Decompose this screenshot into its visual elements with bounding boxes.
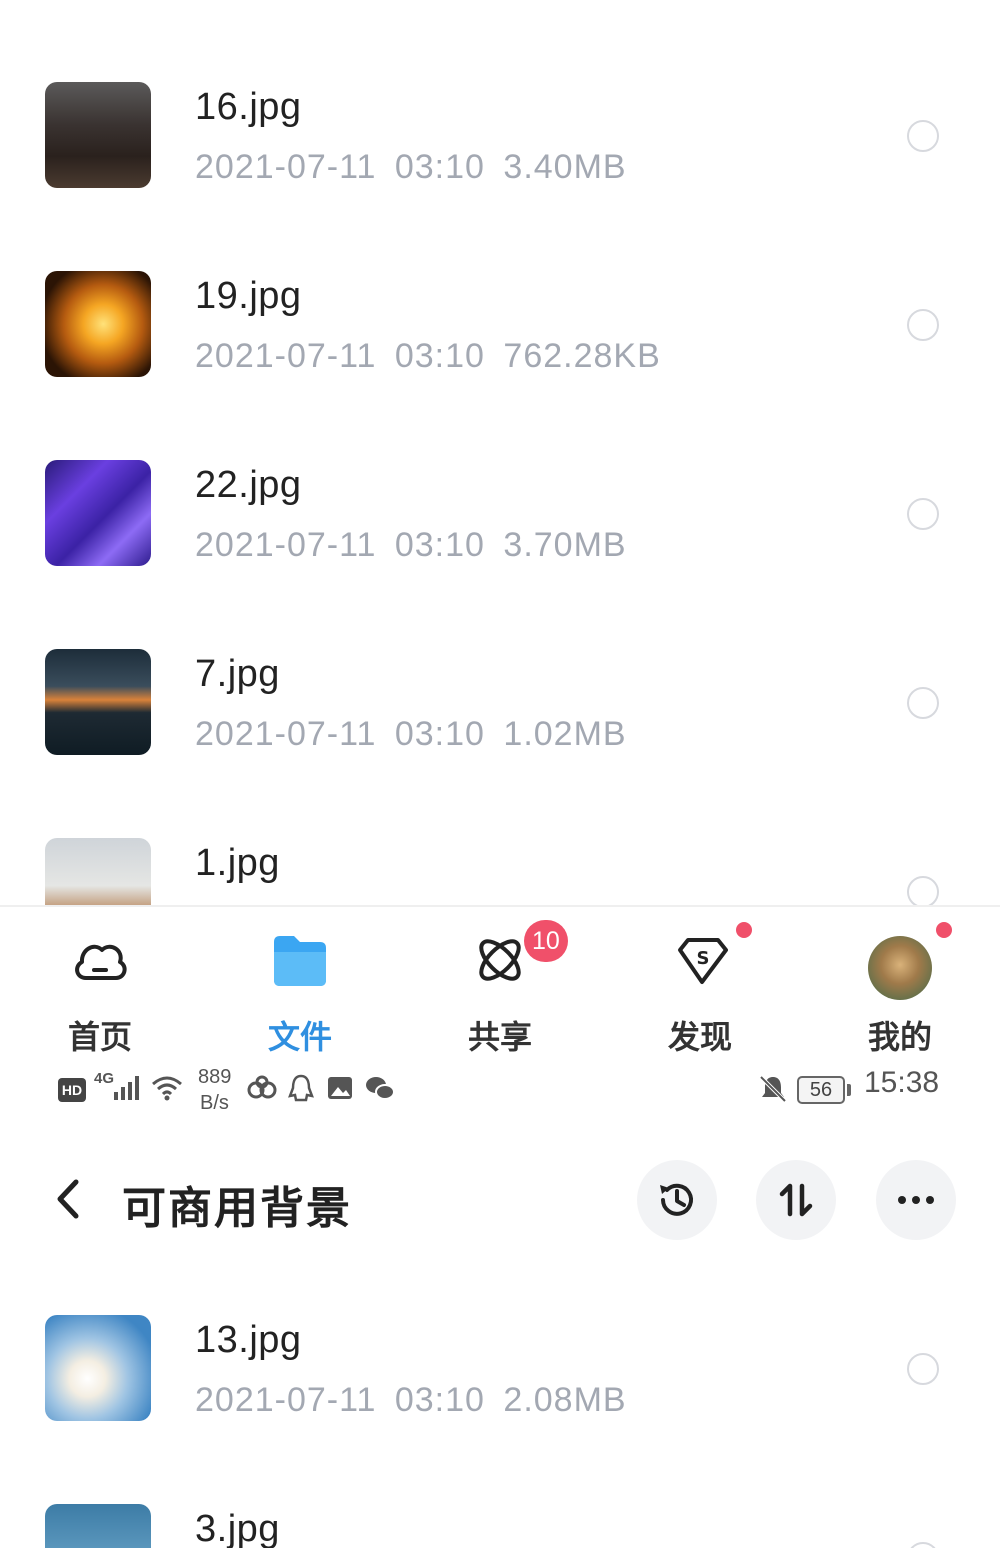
more-dots-icon [898,1196,934,1204]
mine-notification-dot [936,922,952,938]
battery-tip [847,1084,851,1096]
page-title: 可商用背景 [122,1184,352,1233]
file-date: 2021-07-11 [195,526,377,564]
nav-item-mine[interactable]: 我的 [840,930,960,1060]
share-badge: 10 [524,920,568,962]
file-thumbnail [45,649,151,755]
share-atom-icon [479,939,521,981]
net-speed-unit: B/s [200,1092,229,1114]
hd-icon: HD [58,1078,86,1102]
file-meta: 2021-07-11 03:10 1.02MB [195,715,627,754]
file-date: 2021-07-11 [195,715,377,753]
select-checkbox[interactable] [907,498,939,530]
select-checkbox[interactable] [907,876,939,905]
file-name: 19.jpg [195,275,302,317]
gallery-icon [328,1077,352,1099]
file-size: 3.40MB [503,148,627,186]
nav-label: 共享 [467,1019,532,1055]
select-checkbox[interactable] [907,309,939,341]
file-thumbnail [45,838,151,905]
file-meta: 2021-07-11 03:10 3.40MB [195,148,627,187]
file-thumbnail [45,82,151,188]
discover-diamond-icon: S [678,938,728,984]
back-arrow-icon[interactable] [48,1176,88,1222]
file-time: 03:10 [394,148,485,186]
file-thumbnail [45,271,151,377]
file-thumbnail [45,1504,151,1548]
file-row[interactable]: 16.jpg 2021-07-11 03:10 3.40MB [0,82,1000,272]
nav-label: 我的 [867,1019,932,1055]
baidu-pan-icon [247,1075,277,1099]
wechat-icon [366,1077,395,1100]
qq-icon [288,1074,314,1102]
file-time: 03:10 [394,526,485,564]
file-time: 03:10 [394,337,485,375]
file-row[interactable]: 19.jpg 2021-07-11 03:10 762.28KB [0,271,1000,461]
select-checkbox[interactable] [907,120,939,152]
file-name: 3.jpg [195,1508,280,1548]
file-meta: 2021-07-11 03:10 3.70MB [195,526,627,565]
nav-label: 首页 [67,1019,132,1055]
bell-muted-icon [759,1075,787,1103]
file-time: 03:10 [394,1381,485,1419]
select-checkbox[interactable] [907,1542,939,1548]
file-meta: 2021-07-11 03:10 2.08MB [195,1381,627,1420]
nav-item-home[interactable]: 首页 [40,930,160,1060]
file-size: 2.08MB [503,1381,627,1419]
file-name: 16.jpg [195,86,302,128]
file-name: 22.jpg [195,464,302,506]
history-icon [660,1183,693,1216]
file-size: 1.02MB [503,715,627,753]
file-date: 2021-07-11 [195,148,377,186]
svg-text:S: S [697,948,710,969]
file-row[interactable]: 1.jpg [0,838,1000,905]
file-size: 762.28KB [503,337,661,375]
hd-label: HD [61,1082,83,1098]
nav-label: 文件 [267,1019,332,1055]
file-thumbnail [45,1315,151,1421]
network-type: 4G [94,1070,115,1087]
select-checkbox[interactable] [907,1353,939,1385]
nav-label: 发现 [667,1019,732,1055]
file-list-top: 16.jpg 2021-07-11 03:10 3.40MB 19.jpg 20… [0,0,1000,905]
net-speed-value: 889 [198,1066,232,1088]
clock: 15:38 [864,1066,940,1099]
file-size: 3.70MB [503,526,627,564]
avatar [868,936,932,1000]
file-row[interactable]: 3.jpg [0,1504,1000,1548]
nav-item-discover[interactable]: S 发现 [640,930,760,1060]
sort-icon [779,1183,813,1217]
history-button[interactable] [637,1160,717,1240]
file-date: 2021-07-11 [195,1381,377,1419]
file-row[interactable]: 7.jpg 2021-07-11 03:10 1.02MB [0,649,1000,839]
signal-icon [114,1076,139,1100]
nav-divider [0,905,1000,907]
file-row[interactable]: 22.jpg 2021-07-11 03:10 3.70MB [0,460,1000,650]
file-date: 2021-07-11 [195,337,377,375]
file-meta: 2021-07-11 03:10 762.28KB [195,337,661,376]
file-thumbnail [45,460,151,566]
wifi-icon [152,1076,182,1101]
file-time: 03:10 [394,715,485,753]
battery-icon: 56 [797,1076,845,1104]
file-name: 13.jpg [195,1319,302,1361]
nav-item-files[interactable]: 文件 [240,930,360,1060]
discover-notification-dot [736,922,752,938]
sort-button[interactable] [756,1160,836,1240]
cloud-icon [75,944,127,980]
file-name: 1.jpg [195,842,280,884]
battery-level: 56 [809,1079,833,1101]
file-name: 7.jpg [195,653,280,695]
select-checkbox[interactable] [907,687,939,719]
more-button[interactable] [876,1160,956,1240]
file-row[interactable]: 13.jpg 2021-07-11 03:10 2.08MB [0,1315,1000,1505]
folder-icon [274,936,326,986]
